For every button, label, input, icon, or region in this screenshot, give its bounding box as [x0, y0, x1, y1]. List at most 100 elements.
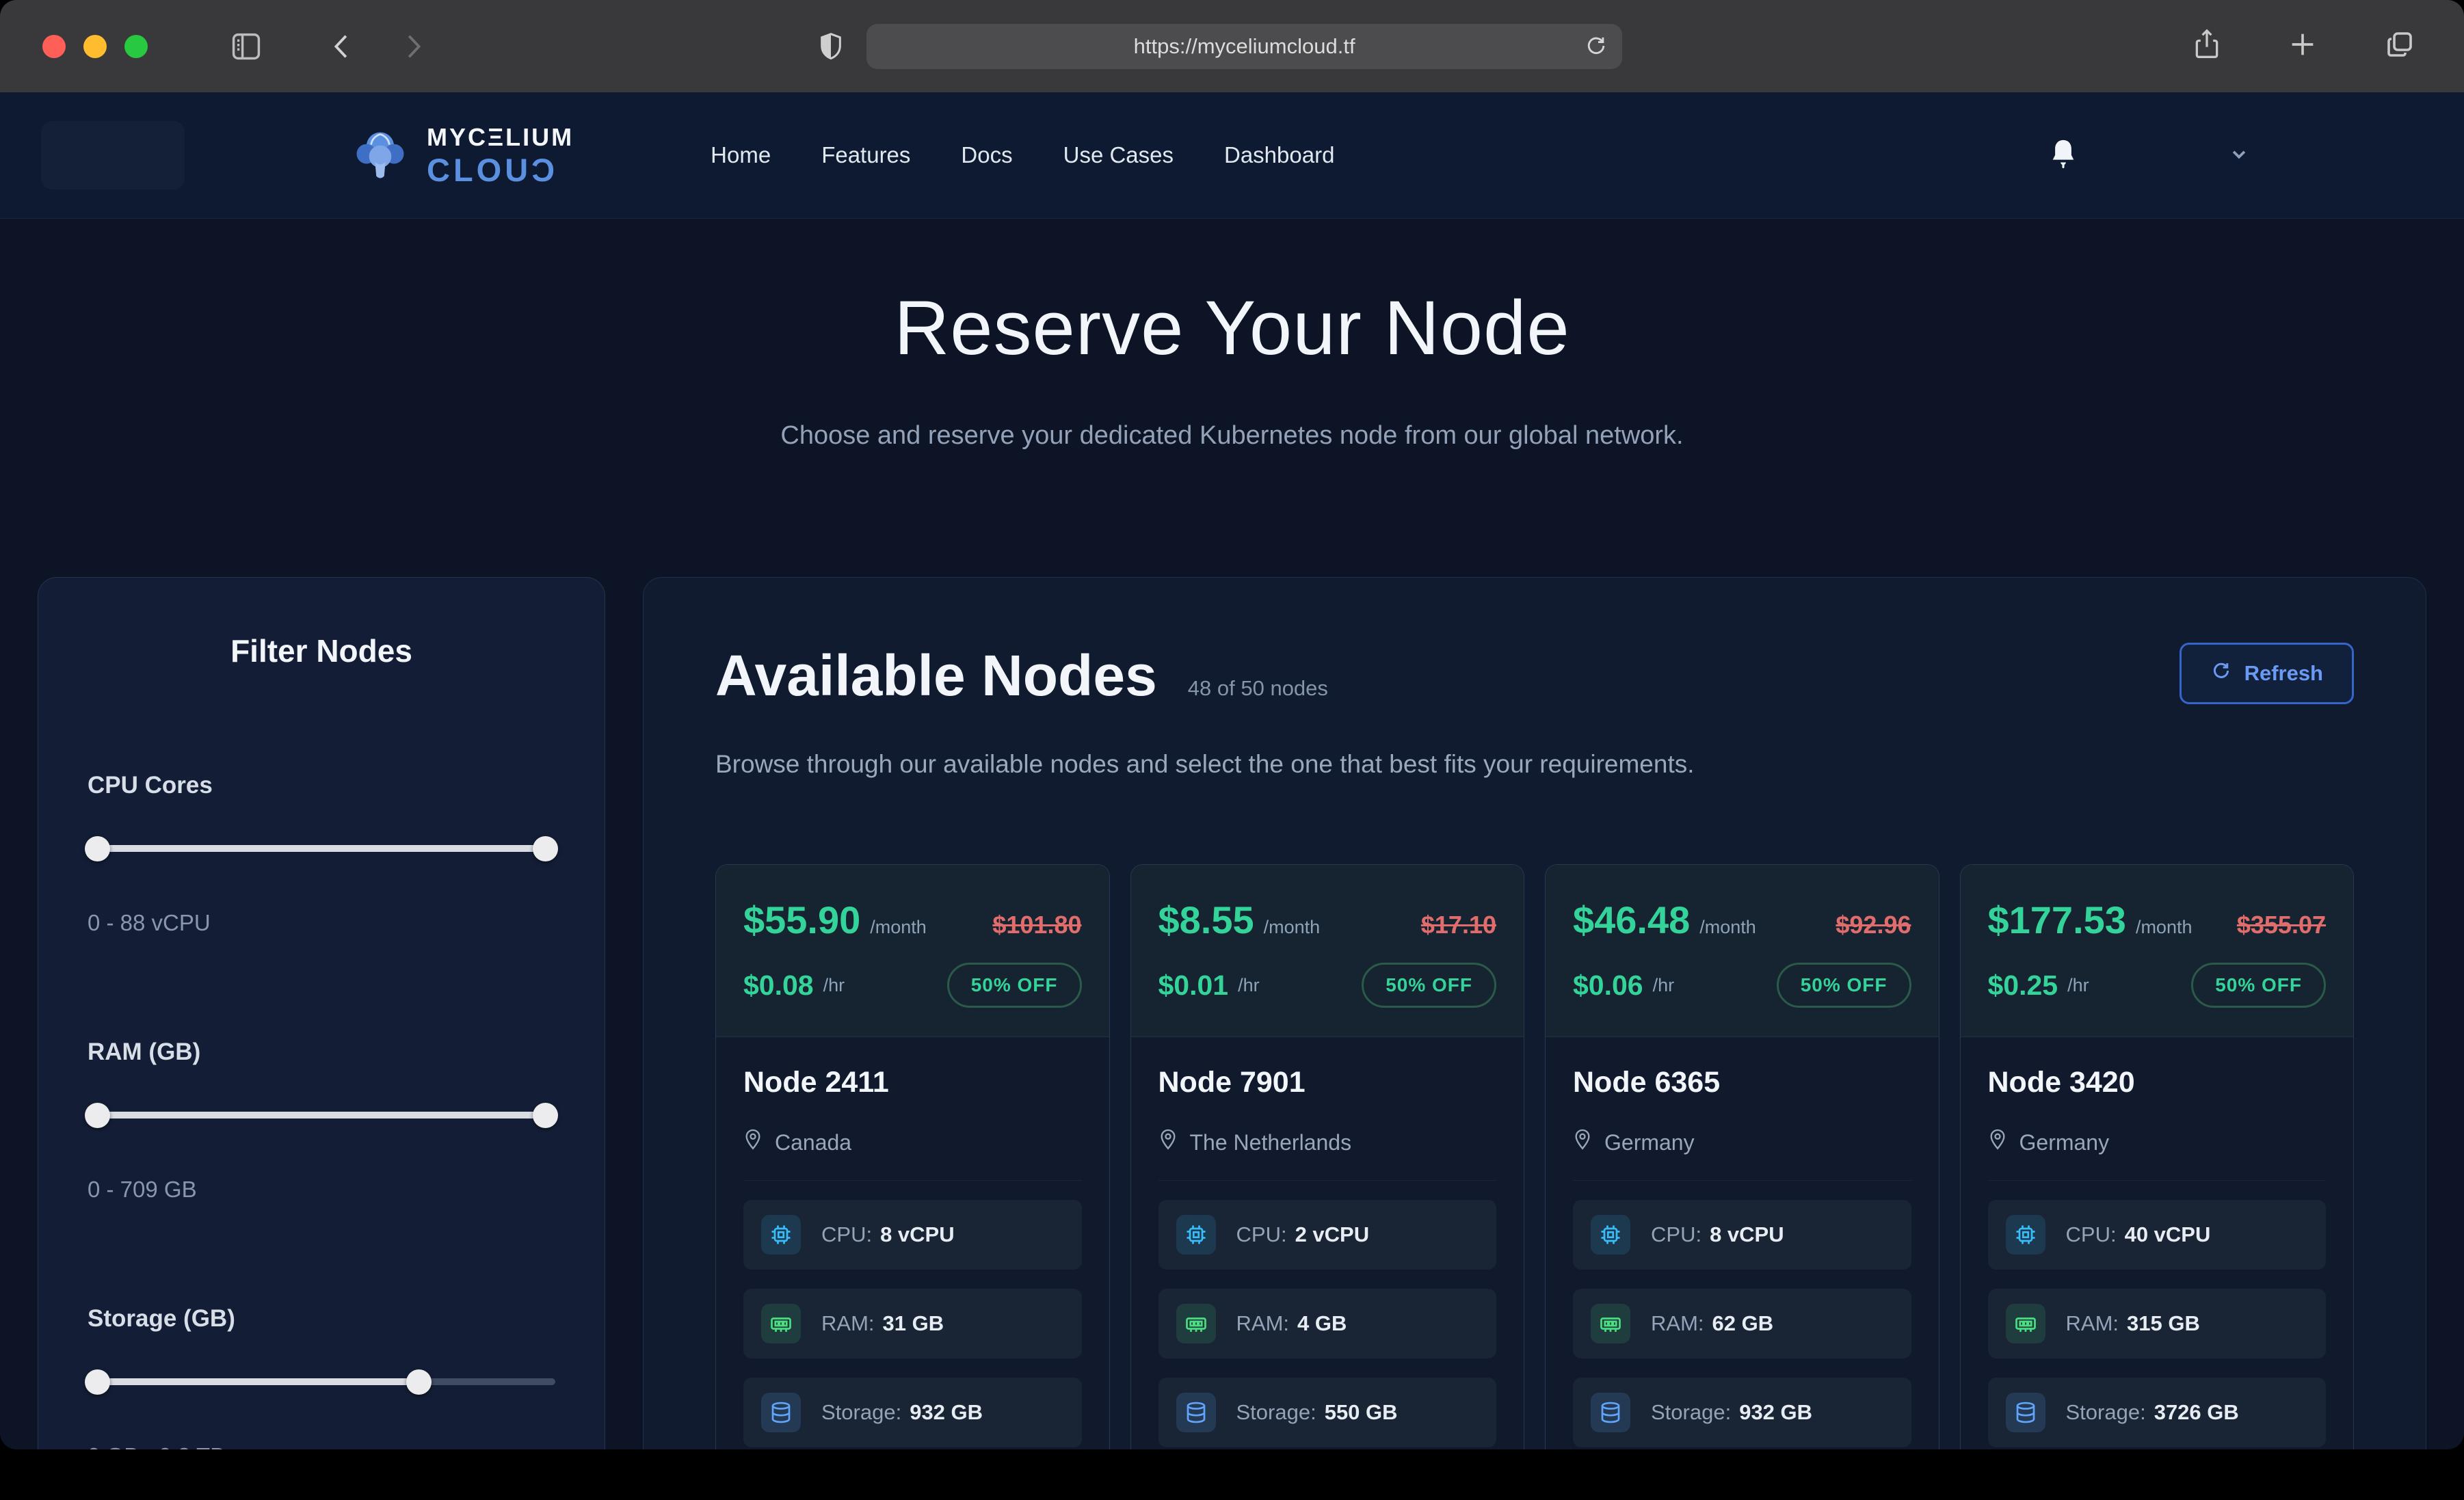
- nav-link-dashboard[interactable]: Dashboard: [1224, 142, 1334, 168]
- cpu-range-slider[interactable]: [88, 835, 555, 862]
- ram-label: RAM:: [821, 1311, 875, 1335]
- monthly-price: $8.55: [1158, 898, 1254, 942]
- node-name: Node 7901: [1158, 1066, 1497, 1099]
- card-pricing-header: $46.48 /month $92.96 $0.06 /hr 50% OFF: [1546, 865, 1939, 1037]
- new-tab-icon[interactable]: [2287, 29, 2318, 64]
- ram-slider-min-handle[interactable]: [85, 1103, 110, 1128]
- page-subtitle: Choose and reserve your dedicated Kubern…: [0, 421, 2464, 451]
- tab-overview-icon[interactable]: [2383, 28, 2416, 64]
- ram-memory-icon: [761, 1304, 801, 1343]
- monthly-period: /month: [870, 917, 927, 938]
- original-price-strikethrough: $17.10: [1421, 911, 1496, 939]
- zoom-window-button[interactable]: [124, 35, 148, 58]
- cpu-value: 8 vCPU: [1710, 1222, 1784, 1246]
- cpu-chip-icon: [2006, 1215, 2045, 1255]
- cpu-filter-label: CPU Cores: [88, 772, 555, 799]
- nav-link-features[interactable]: Features: [821, 142, 910, 168]
- storage-database-icon: [1176, 1393, 1216, 1432]
- nav-link-home[interactable]: Home: [711, 142, 771, 168]
- refresh-icon: [2210, 660, 2232, 687]
- ram-range-slider[interactable]: [88, 1101, 555, 1129]
- minimize-window-button[interactable]: [83, 35, 107, 58]
- ram-label: RAM:: [1236, 1311, 1290, 1335]
- discount-badge: 50% OFF: [947, 963, 1082, 1008]
- privacy-shield-icon[interactable]: [817, 31, 845, 62]
- hourly-price: $0.01: [1158, 969, 1229, 1002]
- cpu-label: CPU:: [1236, 1222, 1287, 1246]
- storage-range-slider[interactable]: [88, 1368, 555, 1395]
- node-card: $46.48 /month $92.96 $0.06 /hr 50% OFF N…: [1545, 864, 1939, 1449]
- storage-database-icon: [1591, 1393, 1630, 1432]
- hourly-period: /hr: [1653, 975, 1675, 996]
- close-window-button[interactable]: [42, 35, 66, 58]
- brand-name-bottom: CLOUƆ: [427, 154, 574, 186]
- node-name: Node 6365: [1573, 1066, 1911, 1099]
- hourly-period: /hr: [1238, 975, 1260, 996]
- node-location: The Netherlands: [1190, 1130, 1352, 1155]
- location-pin-icon: [1573, 1128, 1592, 1157]
- discount-badge: 50% OFF: [2191, 963, 2326, 1008]
- storage-slider-min-handle[interactable]: [85, 1369, 110, 1395]
- reload-icon[interactable]: [1584, 34, 1608, 62]
- original-price-strikethrough: $92.96: [1836, 911, 1911, 939]
- ram-label: RAM:: [2066, 1311, 2119, 1335]
- monthly-price: $55.90: [743, 898, 860, 942]
- ram-value: 62 GB: [1712, 1311, 1774, 1335]
- hourly-period: /hr: [2067, 975, 2089, 996]
- cpu-chip-icon: [1591, 1215, 1630, 1255]
- refresh-button[interactable]: Refresh: [2180, 643, 2354, 704]
- brand-logo[interactable]: MYCΞLIUM CLOUƆ: [349, 124, 574, 187]
- storage-range-text: 0 GB - 9.8 TB: [88, 1443, 555, 1449]
- ram-label: RAM:: [1651, 1311, 1704, 1335]
- filter-section-ram: RAM (GB) 0 - 709 GB: [88, 1039, 555, 1203]
- storage-label: Storage:: [1236, 1400, 1316, 1424]
- node-location: Germany: [2019, 1130, 2110, 1155]
- share-icon[interactable]: [2192, 27, 2222, 65]
- storage-value: 932 GB: [910, 1400, 983, 1424]
- sidebar-toggle-icon[interactable]: [228, 29, 264, 64]
- ram-filter-label: RAM (GB): [88, 1039, 555, 1066]
- card-pricing-header: $8.55 /month $17.10 $0.01 /hr 50% OFF: [1131, 865, 1524, 1037]
- address-bar[interactable]: https://myceliumcloud.tf: [866, 24, 1622, 69]
- cpu-slider-max-handle[interactable]: [533, 836, 558, 861]
- discount-badge: 50% OFF: [1362, 963, 1496, 1008]
- spec-row-cpu: CPU:8 vCPU: [1573, 1200, 1911, 1270]
- page-title: Reserve Your Node: [0, 284, 2464, 372]
- hourly-price: $0.25: [1988, 969, 2058, 1002]
- storage-database-icon: [2006, 1393, 2045, 1432]
- ram-value: 315 GB: [2127, 1311, 2200, 1335]
- ram-value: 31 GB: [883, 1311, 944, 1335]
- location-pin-icon: [1988, 1128, 2007, 1157]
- cpu-value: 8 vCPU: [880, 1222, 955, 1246]
- spec-row-storage: Storage: 3726 GB: [1988, 1378, 2327, 1447]
- back-button[interactable]: [327, 31, 358, 62]
- monthly-price: $46.48: [1573, 898, 1690, 942]
- storage-label: Storage:: [2066, 1400, 2146, 1424]
- monthly-period: /month: [1699, 917, 1756, 938]
- spec-row-storage: Storage:932 GB: [743, 1378, 1082, 1447]
- brand-name-top: MYCΞLIUM: [427, 125, 574, 150]
- original-price-strikethrough: $355.07: [2237, 911, 2326, 939]
- nav-link-docs[interactable]: Docs: [961, 142, 1012, 168]
- storage-value: 3726 GB: [2154, 1400, 2239, 1424]
- nav-link-use-cases[interactable]: Use Cases: [1063, 142, 1174, 168]
- node-cards: $55.90 /month $101.80 $0.08 /hr 50% OFF …: [715, 864, 2354, 1449]
- ram-memory-icon: [1176, 1304, 1216, 1343]
- ram-slider-max-handle[interactable]: [533, 1103, 558, 1128]
- monthly-period: /month: [2136, 917, 2193, 938]
- cpu-label: CPU:: [821, 1222, 872, 1246]
- cpu-slider-min-handle[interactable]: [85, 836, 110, 861]
- monthly-price: $177.53: [1988, 898, 2126, 942]
- storage-value: 932 GB: [1739, 1400, 1812, 1424]
- hourly-period: /hr: [823, 975, 845, 996]
- spec-row-cpu: CPU: 8 vCPU: [743, 1200, 1082, 1270]
- node-name: Node 3420: [1988, 1066, 2327, 1099]
- spec-row-ram: RAM: 315 GB: [1988, 1289, 2327, 1358]
- spec-row-cpu: CPU:40 vCPU: [1988, 1200, 2327, 1270]
- notifications-bell-icon[interactable]: [2048, 137, 2079, 174]
- nodes-title: Available Nodes: [715, 643, 1157, 709]
- url-text: https://myceliumcloud.tf: [1134, 34, 1355, 59]
- forward-button[interactable]: [397, 31, 428, 62]
- storage-slider-max-handle[interactable]: [406, 1369, 432, 1395]
- chevron-down-icon[interactable]: [2226, 141, 2252, 170]
